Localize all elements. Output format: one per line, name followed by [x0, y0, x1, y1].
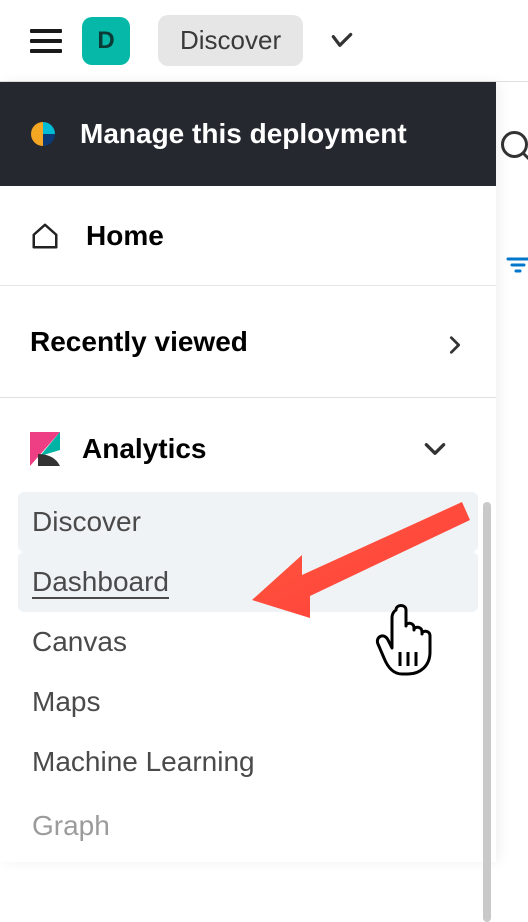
nav-item-maps[interactable]: Maps: [18, 672, 478, 732]
nav-item-machine-learning[interactable]: Machine Learning: [18, 732, 478, 792]
nav-item-graph[interactable]: Graph: [18, 796, 478, 856]
menu-hamburger-icon[interactable]: [30, 29, 62, 53]
nav-recently-viewed[interactable]: Recently viewed: [0, 286, 496, 398]
kibana-icon: [30, 432, 60, 466]
analytics-nav-list: Discover Dashboard Canvas Maps Machine L…: [0, 484, 496, 864]
navigation-drawer: Manage this deployment Home Recently vie…: [0, 82, 496, 862]
elastic-cloud-icon: [28, 119, 58, 149]
deployment-logo-badge[interactable]: D: [82, 17, 130, 65]
home-icon: [30, 221, 60, 251]
nav-item-discover[interactable]: Discover: [18, 492, 478, 552]
breadcrumb-discover[interactable]: Discover: [158, 15, 303, 66]
filter-icon[interactable]: [506, 256, 528, 274]
nav-section-analytics[interactable]: Analytics: [0, 398, 496, 484]
nav-home[interactable]: Home: [0, 186, 496, 286]
deployment-logo-letter: D: [97, 27, 114, 55]
nav-home-label: Home: [86, 220, 164, 252]
top-bar: D Discover: [0, 0, 528, 82]
nav-section-analytics-label: Analytics: [82, 433, 400, 465]
nav-item-dashboard[interactable]: Dashboard: [18, 552, 478, 612]
chevron-right-icon: [444, 331, 466, 353]
manage-deployment-label: Manage this deployment: [80, 118, 407, 150]
manage-deployment-link[interactable]: Manage this deployment: [0, 82, 496, 186]
nav-item-canvas[interactable]: Canvas: [18, 612, 478, 672]
search-icon[interactable]: [498, 128, 528, 164]
breadcrumb-discover-label: Discover: [180, 25, 281, 55]
scrollbar[interactable]: [483, 502, 491, 922]
nav-recently-viewed-label: Recently viewed: [30, 326, 248, 358]
breadcrumb-chevron-down-icon[interactable]: [329, 28, 355, 54]
chevron-down-icon: [422, 436, 448, 462]
